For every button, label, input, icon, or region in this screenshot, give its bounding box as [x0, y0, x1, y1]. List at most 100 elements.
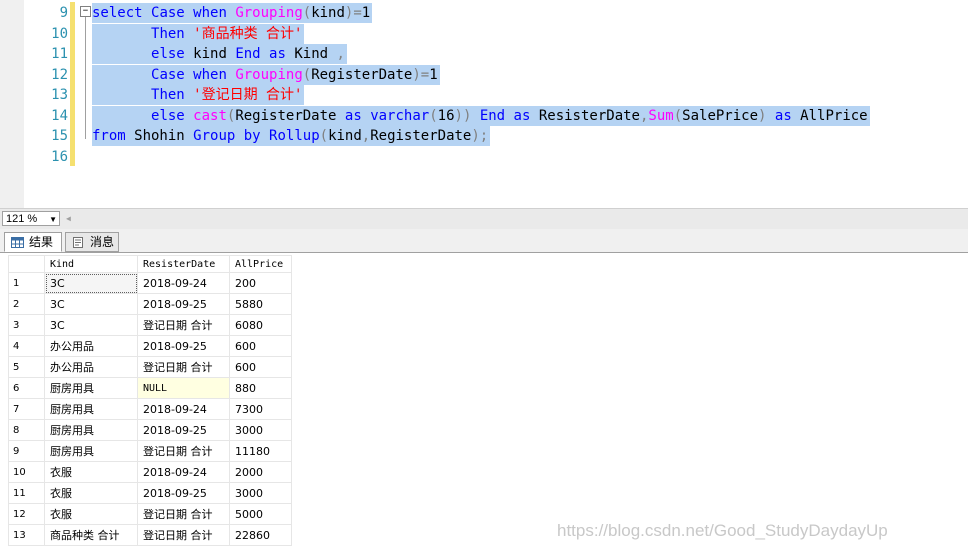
cell-resisterdate[interactable]: 登记日期 合计	[137, 356, 230, 378]
cell-kind[interactable]: 厨房用具	[44, 377, 138, 399]
tab-results[interactable]: 结果	[4, 232, 62, 252]
cell-allprice[interactable]: 6080	[229, 314, 292, 336]
code-token: Shohin	[125, 128, 194, 144]
cell-resisterdate[interactable]: NULL	[137, 377, 230, 399]
row-number[interactable]: 8	[8, 419, 45, 441]
table-row[interactable]: 1 3C 2018-09-24 200	[8, 272, 292, 294]
scroll-left-icon[interactable]: ◀	[66, 214, 71, 223]
cell-kind[interactable]: 3C	[44, 293, 138, 315]
cell-kind[interactable]: 衣服	[44, 503, 138, 525]
code-token: SalePrice	[682, 107, 759, 124]
cell-kind[interactable]: 商品种类 合计	[44, 524, 138, 546]
table-row[interactable]: 2 3C 2018-09-25 5880	[8, 293, 292, 315]
table-row[interactable]: 5 办公用品 登记日期 合计 600	[8, 356, 292, 378]
row-number[interactable]: 7	[8, 398, 45, 420]
cell-allprice[interactable]: 22860	[229, 524, 292, 546]
cell-kind[interactable]: 衣服	[44, 482, 138, 504]
cell-resisterdate[interactable]: 登记日期 合计	[137, 524, 230, 546]
code-line[interactable]: else cast(RegisterDate as varchar(16)) E…	[92, 105, 870, 126]
cell-allprice[interactable]: 200	[229, 272, 292, 294]
cell-resisterdate[interactable]: 2018-09-24	[137, 398, 230, 420]
cell-kind[interactable]: 衣服	[44, 461, 138, 483]
cell-resisterdate[interactable]: 2018-09-25	[137, 419, 230, 441]
code-token: (	[302, 66, 312, 83]
row-number[interactable]: 9	[8, 440, 45, 462]
cell-resisterdate[interactable]: 2018-09-25	[137, 293, 230, 315]
cell-allprice[interactable]: 3000	[229, 419, 292, 441]
row-number[interactable]: 1	[8, 272, 45, 294]
row-number[interactable]: 11	[8, 482, 45, 504]
cell-allprice[interactable]: 880	[229, 377, 292, 399]
code-line[interactable]: select Case when Grouping(kind)=1	[92, 3, 373, 23]
table-row[interactable]: 9 厨房用具 登记日期 合计 11180	[8, 440, 292, 462]
cell-kind[interactable]: 厨房用具	[44, 419, 138, 441]
row-number[interactable]: 6	[8, 377, 45, 399]
table-row[interactable]: 4 办公用品 2018-09-25 600	[8, 335, 292, 357]
line-number: 9	[59, 5, 68, 21]
sql-editor[interactable]: 9 10 11 12 13 14 15 16 − select Case when Group…	[0, 0, 968, 208]
cell-kind[interactable]: 办公用品	[44, 335, 138, 357]
code-token: Then	[151, 25, 185, 42]
column-header-allprice[interactable]: AllPrice	[229, 255, 292, 273]
code-line[interactable]: Then '商品种类 合计'	[92, 23, 305, 44]
code-token: as	[344, 107, 362, 124]
tab-results-label: 结果	[29, 235, 54, 249]
cell-resisterdate[interactable]: 2018-09-25	[137, 335, 230, 357]
cell-kind[interactable]: 3C	[44, 272, 138, 294]
table-row[interactable]: 6 厨房用具 NULL 880	[8, 377, 292, 399]
zoom-select[interactable]: 121 % ▼	[2, 211, 60, 226]
cell-resisterdate[interactable]: 2018-09-25	[137, 482, 230, 504]
cell-kind[interactable]: 厨房用具	[44, 398, 138, 420]
row-number[interactable]: 10	[8, 461, 45, 483]
cell-allprice[interactable]: 5000	[229, 503, 292, 525]
cell-allprice[interactable]: 5880	[229, 293, 292, 315]
row-number-header[interactable]	[8, 255, 45, 273]
cell-kind[interactable]: 办公用品	[44, 356, 138, 378]
row-number[interactable]: 12	[8, 503, 45, 525]
column-header-resisterdate[interactable]: ResisterDate	[137, 255, 230, 273]
code-token: )=	[344, 5, 362, 21]
cell-resisterdate[interactable]: 登记日期 合计	[137, 314, 230, 336]
code-line[interactable]: Then '登记日期 合计'	[92, 85, 305, 105]
row-number[interactable]: 5	[8, 356, 45, 378]
cell-resisterdate[interactable]: 登记日期 合计	[137, 503, 230, 525]
tab-messages[interactable]: 消息	[65, 232, 119, 252]
dropdown-arrow-icon[interactable]: ▼	[49, 212, 57, 227]
code-token: when	[193, 5, 227, 21]
code-line[interactable]: from Shohin Group by Rollup(kind,Registe…	[92, 126, 491, 146]
collapse-icon[interactable]: −	[80, 6, 91, 17]
row-number[interactable]: 3	[8, 314, 45, 336]
cell-allprice[interactable]: 7300	[229, 398, 292, 420]
table-row[interactable]: 10 衣服 2018-09-24 2000	[8, 461, 292, 483]
cell-allprice[interactable]: 600	[229, 335, 292, 357]
table-row[interactable]: 12 衣服 登记日期 合计 5000	[8, 503, 292, 525]
code-token: 1	[361, 5, 371, 21]
column-header-kind[interactable]: Kind	[44, 255, 138, 273]
code-token: End	[235, 46, 261, 62]
cell-kind[interactable]: 3C	[44, 314, 138, 336]
row-number[interactable]: 4	[8, 335, 45, 357]
table-row[interactable]: 8 厨房用具 2018-09-25 3000	[8, 419, 292, 441]
table-row[interactable]: 7 厨房用具 2018-09-24 7300	[8, 398, 292, 420]
code-line[interactable]	[92, 147, 94, 167]
row-number[interactable]: 13	[8, 524, 45, 546]
cell-kind[interactable]: 厨房用具	[44, 440, 138, 462]
table-row[interactable]: 3 3C 登记日期 合计 6080	[8, 314, 292, 336]
code-line[interactable]: Case when Grouping(RegisterDate)=1	[92, 64, 440, 85]
code-line[interactable]: else kind End as Kind ,	[92, 44, 347, 64]
outline-line	[85, 17, 86, 139]
code-token: '商品种类 合计'	[193, 25, 303, 42]
cell-allprice[interactable]: 11180	[229, 440, 292, 462]
grid-icon	[11, 237, 24, 248]
cell-resisterdate[interactable]: 登记日期 合计	[137, 440, 230, 462]
cell-allprice[interactable]: 3000	[229, 482, 292, 504]
table-row[interactable]: 11 衣服 2018-09-25 3000	[8, 482, 292, 504]
cell-resisterdate[interactable]: 2018-09-24	[137, 461, 230, 483]
cell-allprice[interactable]: 600	[229, 356, 292, 378]
cell-allprice[interactable]: 2000	[229, 461, 292, 483]
line-number: 11	[51, 46, 68, 62]
cell-resisterdate[interactable]: 2018-09-24	[137, 272, 230, 294]
table-row[interactable]: 13 商品种类 合计 登记日期 合计 22860	[8, 524, 292, 546]
row-number[interactable]: 2	[8, 293, 45, 315]
